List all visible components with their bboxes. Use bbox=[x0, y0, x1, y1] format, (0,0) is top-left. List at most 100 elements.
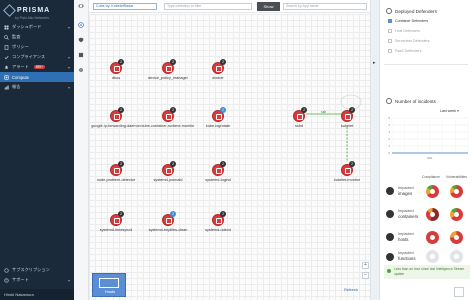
nav-item-reports[interactable]: 報告 ▾ bbox=[0, 82, 74, 92]
panel-splitter[interactable]: ▸ bbox=[370, 0, 380, 300]
node-docker[interactable]: 2 docker bbox=[188, 59, 248, 81]
checkbox[interactable] bbox=[388, 39, 392, 43]
minimap-viewport[interactable] bbox=[99, 278, 119, 288]
node-systemd-udevd[interactable]: 2 systemd-udevd bbox=[188, 211, 248, 233]
nav-item-dashboard[interactable]: ダッシュボード ▾ bbox=[0, 22, 74, 32]
radar-canvas[interactable]: ssh 2 dbus 2 device_policy_manager 2 docker… bbox=[89, 14, 370, 300]
subscription-icon bbox=[4, 267, 9, 273]
intelligence-stream-info: Less than an hour since last Intelligenc… bbox=[384, 265, 470, 279]
chevron-right-icon[interactable]: ▸ bbox=[373, 60, 376, 66]
app-node-icon: 2 bbox=[162, 59, 176, 74]
vulnerabilities-donut[interactable] bbox=[450, 250, 463, 263]
compliance-donut[interactable] bbox=[426, 208, 439, 221]
incidents-chart: 5 4 3 2 1 0 Oct. bbox=[389, 116, 469, 160]
sidebar-bottom: サブスクリプション ? サポート ▾ bbox=[0, 265, 74, 285]
node-systemd-logind[interactable]: 2 systemd-logind bbox=[188, 161, 248, 183]
nav-label: ポリシー bbox=[12, 44, 29, 49]
nav-item-support[interactable]: ? サポート ▾ bbox=[0, 275, 74, 285]
node-dbus[interactable]: 2 dbus bbox=[86, 59, 146, 81]
nav-item-subscription[interactable]: サブスクリプション bbox=[0, 265, 74, 275]
y-tick-label: 0 bbox=[389, 151, 391, 155]
collapse-arrows-icon[interactable] bbox=[78, 3, 84, 9]
app-node-icon: 2 bbox=[212, 161, 226, 176]
compliance-donut[interactable] bbox=[426, 250, 439, 263]
functions-icon bbox=[386, 253, 394, 261]
chevron-down-icon: ▾ bbox=[67, 84, 70, 90]
node-node-problem-detector[interactable]: 2 node-problem-detector bbox=[86, 161, 146, 183]
sidebar: PRISMA by Palo Alto Networks ダッシュボード ▾ 監… bbox=[0, 0, 74, 300]
toggle-container-defenders[interactable]: Container Defenders bbox=[388, 19, 428, 23]
layers-icon[interactable] bbox=[78, 52, 84, 58]
vulnerabilities-donut[interactable] bbox=[450, 208, 463, 221]
nav-label: サブスクリプション bbox=[12, 267, 50, 272]
user-menu[interactable]: Hiroki Nakamura bbox=[0, 289, 74, 300]
refresh-link[interactable]: Refresh bbox=[344, 287, 358, 292]
node-systemd-timesyncd[interactable]: 2 systemd-timesyncd bbox=[86, 211, 146, 233]
cluster-select[interactable]: Cube by: KubeletRadar bbox=[93, 3, 157, 10]
chevron-down-icon: ▾ bbox=[67, 24, 70, 30]
nav-label: ダッシュボード bbox=[12, 24, 42, 29]
shield-icon[interactable] bbox=[78, 37, 84, 43]
checkbox[interactable] bbox=[388, 29, 392, 33]
zoom-out-button[interactable]: − bbox=[362, 272, 369, 279]
impacted-images-row[interactable]: Impacted images bbox=[384, 181, 470, 203]
radar-icon[interactable] bbox=[78, 22, 84, 28]
y-tick-label: 4 bbox=[389, 123, 391, 127]
compliance-donut[interactable] bbox=[426, 231, 439, 244]
minimap[interactable]: Hosts bbox=[92, 273, 126, 297]
grid-view-button[interactable] bbox=[454, 287, 464, 297]
help-icon: ? bbox=[4, 277, 9, 283]
toggle-paas-defenders[interactable]: PaaS Defenders bbox=[388, 49, 421, 53]
nav-label: Compute bbox=[12, 74, 29, 80]
impacted-hosts-row[interactable]: Impacted hosts bbox=[384, 227, 470, 249]
bell-icon bbox=[5, 65, 8, 69]
nav-label: サポート bbox=[12, 277, 29, 282]
sidebar-nav: ダッシュボード ▾ 監査 ポリシー コンプライアンス ▾ アラート 999+ ▾ bbox=[0, 22, 74, 92]
chevron-down-icon: ▾ bbox=[67, 54, 70, 60]
dashboard-icon bbox=[4, 25, 9, 29]
y-tick-label: 2 bbox=[389, 137, 391, 141]
toggle-host-defenders[interactable]: Host Defenders bbox=[388, 29, 420, 33]
y-tick-label: 3 bbox=[389, 130, 391, 134]
zoom-in-button[interactable]: + bbox=[362, 262, 369, 269]
nav-label: コンプライアンス bbox=[12, 54, 46, 59]
minimap-label: Hosts bbox=[104, 289, 116, 294]
checkbox[interactable] bbox=[388, 49, 392, 53]
nav-item-compliance[interactable]: コンプライアンス ▾ bbox=[0, 52, 74, 62]
node-kubelet-monitor[interactable]: 2 kubelet-monitor bbox=[317, 161, 377, 183]
prisma-logo-icon bbox=[3, 4, 16, 17]
app-node-icon: 2 bbox=[162, 107, 176, 122]
node-google-ip-forwarding-daemon[interactable]: 2 google-ip-forwarding-daemon bbox=[86, 107, 146, 129]
collection-filter-input[interactable]: Type collection to filter bbox=[164, 3, 252, 10]
app-node-icon: 2 bbox=[212, 211, 226, 226]
app-node-icon: 2 bbox=[293, 107, 307, 122]
hosts-icon bbox=[386, 233, 394, 241]
nav-item-policy[interactable]: ポリシー bbox=[0, 42, 74, 52]
node-kube-logrotate[interactable]: 2 kube-logrotate bbox=[188, 107, 248, 129]
divider bbox=[384, 64, 468, 65]
toggle-serverless-defenders[interactable]: Serverless Defenders bbox=[388, 39, 430, 43]
app-search-input[interactable]: Search by App name bbox=[283, 3, 367, 10]
reports-icon bbox=[4, 85, 9, 89]
nav-item-monitor[interactable]: 監査 bbox=[0, 32, 74, 42]
checkbox[interactable] bbox=[388, 19, 392, 23]
show-button[interactable]: Show bbox=[257, 2, 280, 11]
range-select[interactable]: Last week ▾ bbox=[440, 109, 459, 113]
app-node-icon: 2 bbox=[110, 161, 124, 176]
gear-icon[interactable] bbox=[78, 67, 84, 73]
nav-item-alerts[interactable]: アラート 999+ ▾ bbox=[0, 62, 74, 72]
vulnerabilities-donut[interactable] bbox=[450, 185, 463, 198]
y-tick-label: 1 bbox=[389, 144, 391, 148]
node-kubelet[interactable]: 2 kubelet bbox=[317, 107, 377, 129]
compliance-donut[interactable] bbox=[426, 185, 439, 198]
app-root: PRISMA by Palo Alto Networks ダッシュボード ▾ 監… bbox=[0, 0, 472, 300]
brand-sub: by Palo Alto Networks bbox=[15, 16, 50, 20]
chevron-down-icon: ▾ bbox=[67, 64, 70, 70]
vulnerabilities-donut[interactable] bbox=[450, 231, 463, 244]
nav-item-compute[interactable]: Compute bbox=[0, 72, 74, 82]
app-node-icon: 2 bbox=[110, 59, 124, 74]
brand-name: PRISMA bbox=[17, 7, 51, 14]
impacted-containers-row[interactable]: Impacted containers bbox=[384, 204, 470, 226]
app-node-icon: 2 bbox=[162, 161, 176, 176]
impacted-functions-row[interactable]: Impacted functions bbox=[384, 250, 470, 264]
